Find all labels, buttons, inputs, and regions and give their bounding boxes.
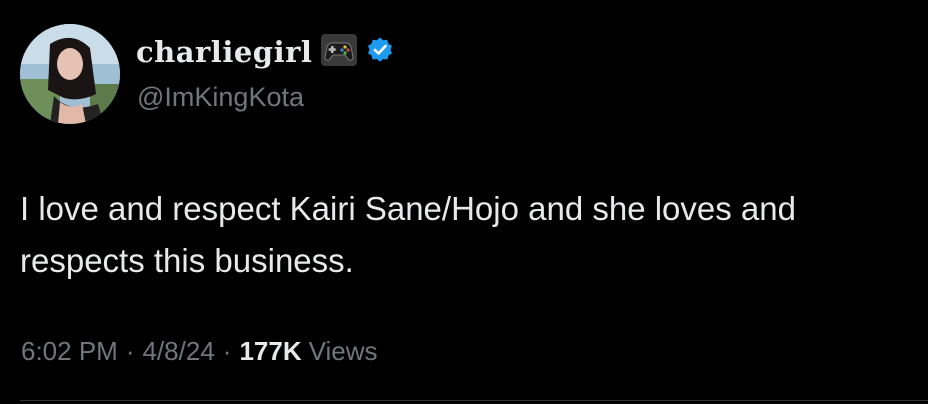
views-label: Views	[308, 336, 378, 366]
name-row: charliegirl	[136, 32, 394, 72]
tweet-meta: 6:02 PM · 4/8/24 · 177K Views	[21, 336, 378, 367]
avatar-photo-icon	[20, 24, 120, 124]
meta-separator: ·	[222, 336, 232, 366]
tweet-card: charliegirl @ImKingKota I love and respe…	[0, 0, 928, 404]
tweet-text: I love and respect Kairi Sane/Hojo and s…	[20, 190, 796, 279]
game-controller-icon	[320, 33, 358, 72]
tweet-date[interactable]: 4/8/24	[143, 336, 215, 367]
user-handle[interactable]: @ImKingKota	[137, 82, 304, 113]
avatar[interactable]	[20, 24, 120, 124]
tweet-time[interactable]: 6:02 PM	[21, 336, 118, 367]
verified-badge-icon[interactable]	[366, 36, 394, 69]
meta-separator: ·	[125, 336, 135, 366]
display-name[interactable]: charliegirl	[136, 35, 312, 69]
views-count[interactable]: 177K	[239, 336, 301, 367]
divider	[20, 400, 928, 401]
